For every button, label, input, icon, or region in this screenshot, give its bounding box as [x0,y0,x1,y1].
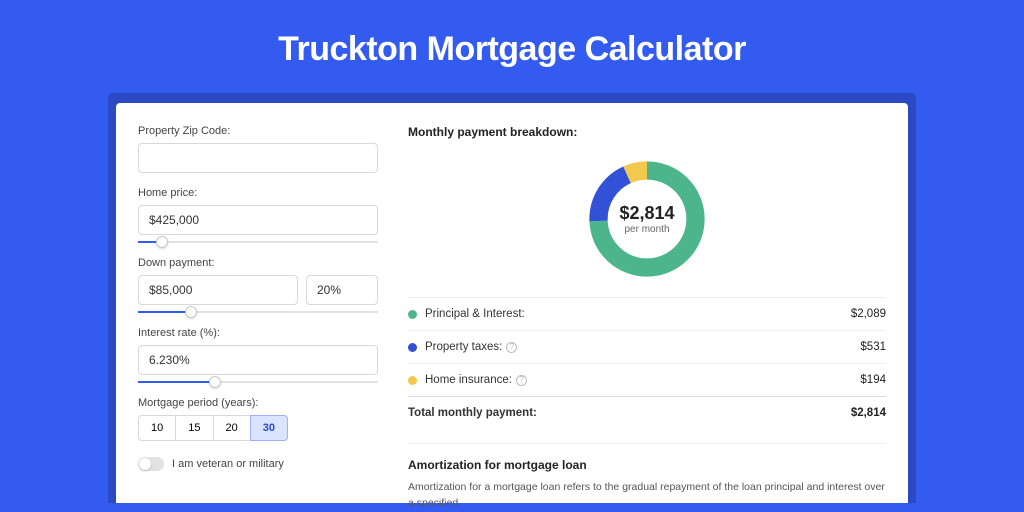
veteran-row: I am veteran or military [138,457,378,471]
interest-rate-slider[interactable] [138,381,378,383]
breakdown-label-taxes-text: Property taxes: [425,341,502,353]
breakdown-label-insurance-text: Home insurance: [425,374,512,386]
down-payment-field: Down payment: [138,257,378,313]
veteran-label: I am veteran or military [172,458,284,470]
dot-icon [408,343,417,352]
breakdown-line-taxes: Property taxes: ? $531 [408,330,886,363]
interest-rate-label: Interest rate (%): [138,327,378,339]
dot-icon [408,310,417,319]
home-price-slider[interactable] [138,241,378,243]
breakdown-label-principal: Principal & Interest: [425,308,851,320]
donut-chart: $2,814 per month [583,155,711,283]
breakdown-value-taxes: $531 [860,341,886,353]
breakdown-line-total: Total monthly payment: $2,814 [408,396,886,429]
form-column: Property Zip Code: Home price: Down paym… [138,125,378,503]
breakdown-column: Monthly payment breakdown: $2,814 per mo… [408,125,886,503]
home-price-input[interactable] [138,205,378,235]
down-payment-label: Down payment: [138,257,378,269]
breakdown-line-insurance: Home insurance: ? $194 [408,363,886,396]
zip-input[interactable] [138,143,378,173]
breakdown-label-insurance: Home insurance: ? [425,374,860,386]
breakdown-value-total: $2,814 [851,407,886,419]
info-icon[interactable]: ? [516,375,527,386]
amortization-text: Amortization for a mortgage loan refers … [408,480,886,512]
donut-chart-wrap: $2,814 per month [408,149,886,297]
down-payment-slider[interactable] [138,311,378,313]
period-option-30[interactable]: 30 [250,415,288,441]
zip-field: Property Zip Code: [138,125,378,173]
amortization-section: Amortization for mortgage loan Amortizat… [408,443,886,512]
breakdown-label-total: Total monthly payment: [408,407,851,419]
home-price-label: Home price: [138,187,378,199]
down-payment-percent-input[interactable] [306,275,378,305]
home-price-slider-thumb[interactable] [156,236,168,248]
mortgage-period-field: Mortgage period (years): 10 15 20 30 [138,397,378,441]
breakdown-value-principal: $2,089 [851,308,886,320]
period-option-10[interactable]: 10 [138,415,176,441]
breakdown-label-taxes: Property taxes: ? [425,341,860,353]
breakdown-line-principal: Principal & Interest: $2,089 [408,297,886,330]
home-price-field: Home price: [138,187,378,243]
down-payment-slider-thumb[interactable] [185,306,197,318]
mortgage-period-options: 10 15 20 30 [138,415,378,441]
interest-rate-slider-thumb[interactable] [209,376,221,388]
down-payment-amount-input[interactable] [138,275,298,305]
interest-rate-input[interactable] [138,345,378,375]
mortgage-period-label: Mortgage period (years): [138,397,378,409]
dot-icon [408,376,417,385]
interest-rate-field: Interest rate (%): [138,327,378,383]
veteran-toggle-knob [139,458,151,470]
period-option-20[interactable]: 20 [213,415,251,441]
zip-label: Property Zip Code: [138,125,378,137]
info-icon[interactable]: ? [506,342,517,353]
amortization-title: Amortization for mortgage loan [408,458,886,472]
donut-center: $2,814 per month [583,155,711,283]
veteran-toggle[interactable] [138,457,164,471]
calculator-panel-wrap: Property Zip Code: Home price: Down paym… [108,93,916,503]
breakdown-title: Monthly payment breakdown: [408,125,886,139]
calculator-panel: Property Zip Code: Home price: Down paym… [116,103,908,503]
donut-center-sub: per month [624,224,669,235]
period-option-15[interactable]: 15 [175,415,213,441]
page-title: Truckton Mortgage Calculator [0,0,1024,93]
donut-center-amount: $2,814 [619,203,674,224]
breakdown-value-insurance: $194 [860,374,886,386]
